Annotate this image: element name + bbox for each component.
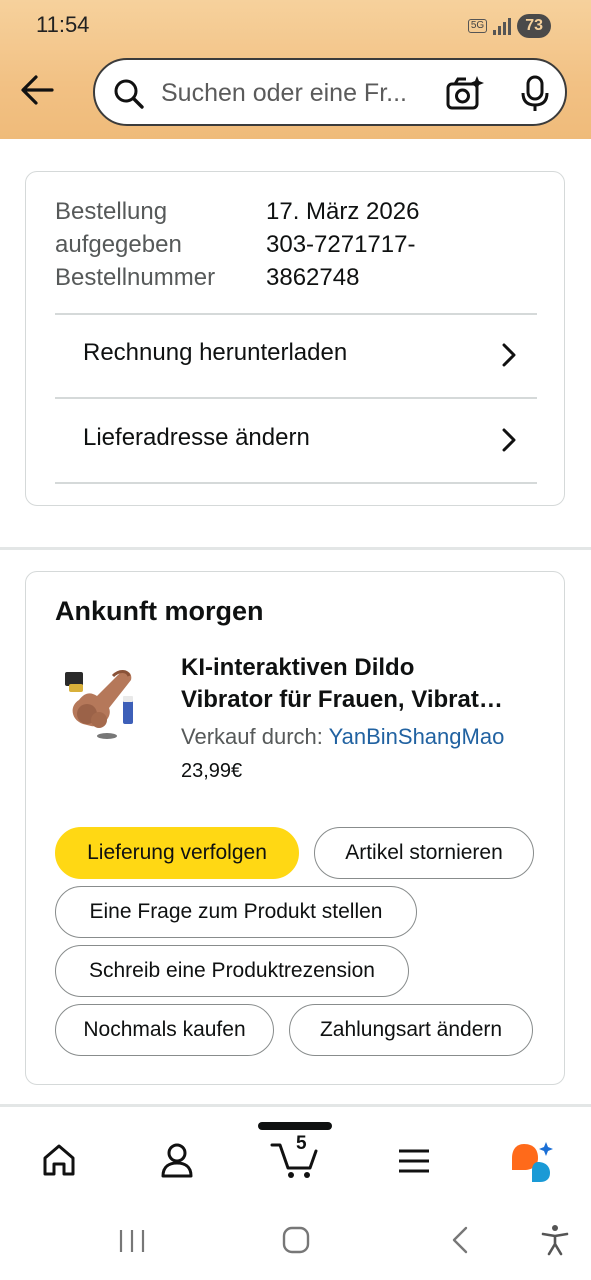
user-icon [161,1143,193,1178]
seller-link[interactable]: YanBinShangMao [329,724,505,749]
buy-again-button[interactable]: Nochmals kaufen [55,1004,274,1056]
hamburger-menu-icon [399,1149,429,1173]
divider [55,397,537,399]
system-navigation-bar [0,1200,591,1280]
write-review-button[interactable]: Schreib eine Produktrezension [55,945,409,997]
divider [55,482,537,484]
chevron-right-icon [502,343,516,367]
cart-count-badge: 5 [296,1133,307,1154]
back-button[interactable] [18,70,58,110]
order-placed-date: 17. März 2026 [266,198,420,225]
status-icons: 5G 73 [467,13,551,39]
ask-question-button[interactable]: Eine Frage zum Produkt stellen [55,886,417,938]
signal-icon [493,17,512,35]
nav-menu[interactable] [397,1147,431,1180]
order-placed-label: Bestellung aufgegeben [55,198,182,258]
track-delivery-button[interactable]: Lieferung verfolgen [55,827,299,879]
search-bar[interactable] [93,58,567,126]
change-address-label: Lieferadresse ändern [83,424,310,451]
order-info-card: Bestellung aufgegeben 17. März 2026 303-… [25,171,565,506]
order-number-value: 303-7271717- 3862748 [266,231,416,291]
product-title-link[interactable]: KI-interaktiven Dildo Vibrator für Fraue… [181,652,551,716]
cancel-item-button[interactable]: Artikel stornieren [314,827,534,879]
nav-rufus-assistant[interactable] [508,1140,556,1189]
back-system-icon[interactable] [450,1226,470,1254]
nav-cart[interactable]: 5 [270,1133,320,1185]
arrow-left-icon [21,75,54,105]
search-input[interactable] [161,74,426,112]
battery-indicator: 73 [517,14,551,38]
app-header: 11:54 5G 73 [0,0,591,139]
home-icon [43,1144,75,1176]
nav-account[interactable] [160,1142,194,1183]
order-placed-row: Bestellung aufgegeben 17. März 2026 [55,195,419,261]
chevron-right-icon [502,428,516,452]
status-bar: 11:54 5G 73 [0,0,591,52]
home-system-icon[interactable] [282,1226,310,1254]
arrival-heading: Ankunft morgen [55,596,264,626]
network-type: 5G [467,19,488,33]
order-number-label: Bestellnummer [55,264,216,291]
assistant-icon [512,1142,553,1182]
status-time: 11:54 [36,12,90,37]
download-invoice-label: Rechnung herunterladen [83,339,348,366]
change-payment-button[interactable]: Zahlungsart ändern [289,1004,533,1056]
bottom-navigation: 5 [0,1107,591,1200]
camera-search-icon[interactable] [445,74,485,114]
download-invoice-row[interactable]: Rechnung herunterladen [55,315,537,397]
seller-line: Verkauf durch: YanBinShangMao [181,724,504,750]
search-icon [114,79,144,109]
product-price: 23,99€ [181,760,243,782]
accessibility-icon[interactable] [541,1224,569,1256]
recent-apps-icon[interactable] [118,1228,146,1254]
change-address-row[interactable]: Lieferadresse ändern [55,400,537,482]
cart-icon [270,1143,318,1178]
active-tab-indicator [258,1122,332,1130]
nav-home[interactable] [42,1142,76,1183]
product-image[interactable] [61,662,145,742]
sold-by-label: Verkauf durch: [181,724,323,749]
shipment-card: Ankunft morgen KI-interaktiven Dildo Vib… [25,571,565,1085]
microphone-icon[interactable] [519,74,551,114]
section-divider [0,547,591,550]
